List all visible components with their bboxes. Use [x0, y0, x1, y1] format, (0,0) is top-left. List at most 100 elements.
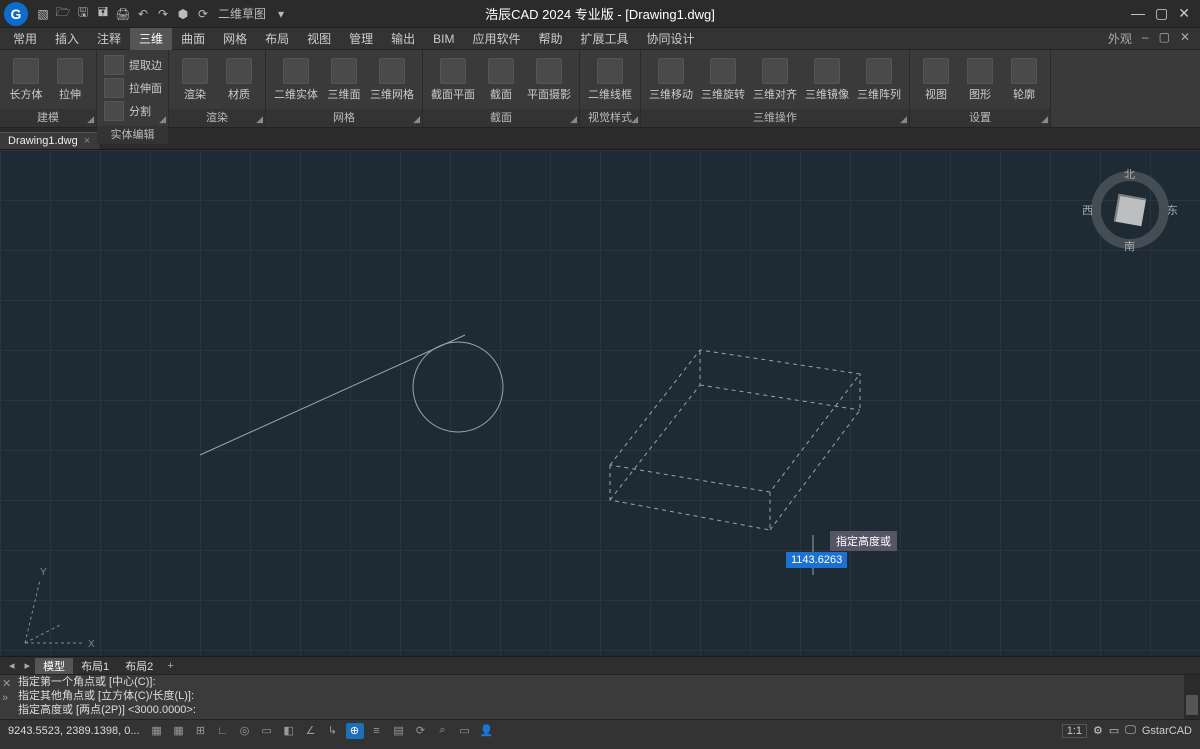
annotation-scale[interactable]: 1:1: [1062, 724, 1087, 738]
ribbon-button[interactable]: 材质: [219, 56, 259, 104]
status-bar: 9243.5523, 2389.1398, 0... ▦ ▦ ⊞ ∟ ◎ ▭ ◧…: [0, 719, 1200, 741]
ribbon-button[interactable]: 图形: [960, 56, 1000, 104]
layout-tabs: ◂ ▸ 模型布局1布局2+: [0, 656, 1200, 674]
new-icon[interactable]: ▧: [34, 5, 52, 23]
menu-tab[interactable]: 应用软件: [464, 28, 530, 50]
redo-icon[interactable]: ↷: [154, 5, 172, 23]
ribbon-button[interactable]: 平面摄影: [525, 56, 573, 104]
layout-tab[interactable]: 布局2: [117, 658, 161, 674]
qat-dropdown-icon[interactable]: ▾: [272, 5, 290, 23]
child-restore-icon[interactable]: ▢: [1159, 30, 1170, 47]
toggle-3dosnap[interactable]: ◧: [280, 723, 298, 739]
toggle-polar[interactable]: ◎: [236, 723, 254, 739]
ribbon-button[interactable]: 拉伸: [50, 56, 90, 104]
ribbon-small-button[interactable]: 拉伸面: [103, 77, 162, 99]
toggle-model[interactable]: ▦: [148, 723, 166, 739]
ribbon-button[interactable]: 截面: [481, 56, 521, 104]
refresh-icon[interactable]: ⟳: [194, 5, 212, 23]
ribbon-button[interactable]: 三维面: [324, 56, 364, 104]
ribbon-group: 二维线框视觉样式◢: [580, 50, 641, 127]
toggle-ann[interactable]: 👤: [478, 723, 496, 739]
menu-tab[interactable]: 三维: [130, 28, 172, 50]
print-icon[interactable]: 🖨: [114, 5, 132, 23]
saveas-icon[interactable]: 🖬: [94, 5, 112, 23]
dir-east: 东: [1167, 202, 1178, 218]
workspace-label[interactable]: 二维草图: [214, 5, 270, 23]
ribbon-button[interactable]: 三维对齐: [751, 56, 799, 104]
toggle-snap[interactable]: ⊞: [192, 723, 210, 739]
menu-tab[interactable]: 插入: [46, 28, 88, 50]
menu-tab[interactable]: 协同设计: [638, 28, 704, 50]
window-controls: — ▢ ✕: [1131, 5, 1200, 22]
view-cube[interactable]: 北 南 东 西: [1090, 170, 1170, 250]
ribbon-button[interactable]: 轮廓: [1004, 56, 1044, 104]
app-icon[interactable]: G: [4, 2, 28, 26]
menu-tab[interactable]: 管理: [340, 28, 382, 50]
ribbon-small-button[interactable]: 分割: [103, 100, 162, 122]
command-line[interactable]: ✕» 指定第一个角点或 [中心(C)]:指定其他角点或 [立方体(C)/长度(L…: [0, 674, 1200, 719]
undo-icon[interactable]: ↶: [134, 5, 152, 23]
ribbon-button[interactable]: 三维阵列: [855, 56, 903, 104]
toggle-osnap[interactable]: ▭: [258, 723, 276, 739]
maximize-icon[interactable]: ▢: [1155, 5, 1168, 22]
toggle-otrack[interactable]: ∠: [302, 723, 320, 739]
drawing-canvas[interactable]: X Y 北 南 东 西 指定高度或 1143.6263: [0, 150, 1200, 656]
menu-tab[interactable]: 扩展工具: [572, 28, 638, 50]
tab-scroll-left[interactable]: ◂: [4, 659, 20, 672]
status-right: 1:1 ⚙ ▭ 🖵 GstarCAD: [1062, 724, 1200, 738]
tab-scroll-right[interactable]: ▸: [20, 659, 36, 672]
status-monitor-icon[interactable]: 🖵: [1125, 724, 1136, 737]
ribbon-group: 长方体拉伸建模◢: [0, 50, 97, 127]
toggle-cycle[interactable]: ⟳: [412, 723, 430, 739]
dynamic-input[interactable]: 1143.6263: [786, 552, 847, 568]
toggle-ortho[interactable]: ∟: [214, 723, 232, 739]
ribbon-button[interactable]: 截面平面: [429, 56, 477, 104]
cmd-close-icon[interactable]: ✕»: [2, 677, 11, 705]
toggle-grid[interactable]: ▦: [170, 723, 188, 739]
status-expand-icon[interactable]: ▭: [1109, 724, 1119, 737]
menu-tab[interactable]: 帮助: [530, 28, 572, 50]
menu-tab[interactable]: 输出: [382, 28, 424, 50]
toggle-lwt[interactable]: ≡: [368, 723, 386, 739]
menu-tab[interactable]: 曲面: [172, 28, 214, 50]
layout-tab[interactable]: 模型: [35, 658, 73, 674]
ribbon-button[interactable]: 三维移动: [647, 56, 695, 104]
style-icon[interactable]: ⬢: [174, 5, 192, 23]
layout-tab[interactable]: 布局1: [73, 658, 117, 674]
save-icon[interactable]: 🖫: [74, 5, 92, 23]
minimize-icon[interactable]: —: [1131, 5, 1145, 22]
tab-close-icon[interactable]: ×: [84, 135, 90, 147]
menu-tab[interactable]: 常用: [4, 28, 46, 50]
ribbon-small-button[interactable]: 提取边: [103, 54, 162, 76]
menu-tab[interactable]: 视图: [298, 28, 340, 50]
document-tabs: Drawing1.dwg ×: [0, 128, 1200, 150]
menu-tab[interactable]: 网格: [214, 28, 256, 50]
open-icon[interactable]: 🗁: [54, 5, 72, 23]
layout-add[interactable]: +: [161, 660, 179, 672]
ribbon-button[interactable]: 三维旋转: [699, 56, 747, 104]
ribbon-button[interactable]: 渲染: [175, 56, 215, 104]
toggle-trans[interactable]: ▤: [390, 723, 408, 739]
ribbon-button[interactable]: 长方体: [6, 56, 46, 104]
child-close-icon[interactable]: ✕: [1180, 30, 1190, 47]
ribbon-button[interactable]: 二维线框: [586, 56, 634, 104]
toggle-qp[interactable]: ▭: [456, 723, 474, 739]
menu-tab[interactable]: BIM: [424, 28, 463, 50]
close-icon[interactable]: ✕: [1178, 5, 1190, 22]
child-minimize-icon[interactable]: –: [1142, 30, 1149, 47]
status-gear-icon[interactable]: ⚙: [1093, 724, 1103, 737]
appearance-label[interactable]: 外观: [1108, 30, 1132, 47]
toggle-ducs[interactable]: ↳: [324, 723, 342, 739]
menu-tab[interactable]: 注释: [88, 28, 130, 50]
menu-tab[interactable]: 布局: [256, 28, 298, 50]
ribbon-button[interactable]: 三维镜像: [803, 56, 851, 104]
ribbon-button[interactable]: 二维实体: [272, 56, 320, 104]
toggle-magnify[interactable]: ⌕: [434, 723, 452, 739]
ribbon-button[interactable]: 视图: [916, 56, 956, 104]
dir-south: 南: [1124, 238, 1135, 254]
cmd-scrollbar[interactable]: [1184, 675, 1200, 719]
toggle-dyn[interactable]: ⊕: [346, 723, 364, 739]
document-tab[interactable]: Drawing1.dwg ×: [0, 132, 101, 149]
document-tab-label: Drawing1.dwg: [8, 135, 78, 147]
ribbon-button[interactable]: 三维网格: [368, 56, 416, 104]
